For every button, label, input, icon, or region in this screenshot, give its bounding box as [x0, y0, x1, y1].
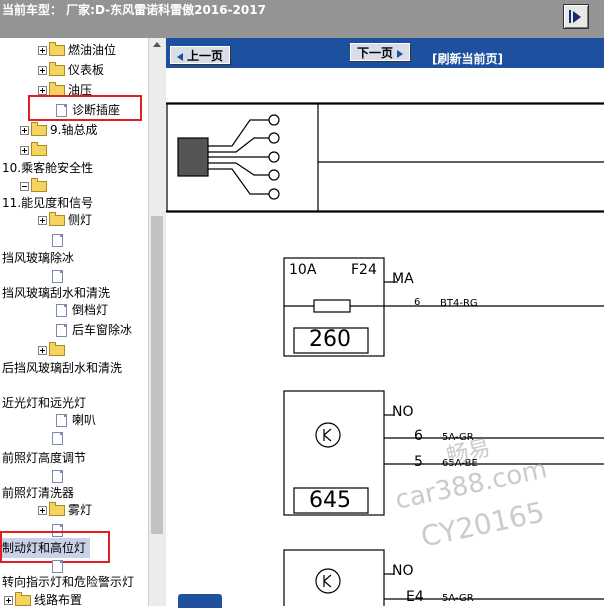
expand-icon[interactable] [4, 596, 13, 605]
tree-item-label: 雾灯 [68, 503, 93, 517]
folder-icon [15, 592, 31, 606]
tree-item-label: 侧灯 [68, 213, 93, 227]
tree-item-label: 转向指示灯和危险警示灯 [2, 575, 135, 589]
folder-icon [31, 178, 47, 192]
tree-item-folder[interactable] [38, 340, 68, 360]
relay1-number: 645 [309, 488, 351, 513]
fuse-number: 260 [309, 327, 351, 352]
relay2-wire-a: 5A-GR [442, 593, 474, 604]
fuse-wire-code: BT4-RG [440, 298, 478, 309]
prev-page-label: 上一页 [187, 49, 224, 63]
folder-icon [49, 42, 65, 56]
tree-item-wiring-layout[interactable]: 线路布置 [4, 590, 82, 606]
scroll-up-icon[interactable] [153, 42, 161, 47]
relay2-pin-a: E4 [406, 589, 424, 605]
folder-icon [49, 212, 65, 226]
tree-item-rear-window-deicing[interactable]: 后车窗除冰 [56, 320, 132, 340]
folder-icon [49, 342, 65, 356]
expand-icon[interactable] [38, 346, 47, 355]
tree-item-reverse-light[interactable]: 倒档灯 [56, 300, 108, 320]
next-page-label: 下一页 [357, 46, 394, 60]
tree-item-dashboard[interactable]: 仪表板 [38, 60, 104, 80]
scrollbar-thumb[interactable] [151, 216, 163, 534]
tree-item-side-lights[interactable]: 侧灯 [38, 210, 92, 230]
expand-icon[interactable] [38, 46, 47, 55]
document-icon [56, 324, 67, 337]
tree-item-label: 仪表板 [68, 63, 105, 77]
tree-item-label: 前照灯清洗器 [2, 486, 75, 500]
tree-item-label: 近光灯和远光灯 [2, 396, 87, 410]
document-icon [52, 432, 63, 445]
next-window-button[interactable] [563, 4, 589, 29]
folder-icon [31, 122, 47, 136]
tree-item-rear-wipe-wash[interactable]: 后挡风玻璃刮水和清洗 [2, 358, 122, 378]
tree-item-label: 11.能见度和信号 [2, 196, 94, 210]
folder-icon [49, 502, 65, 516]
tree-item-passenger-safety[interactable]: 10.乘客舱安全性 [2, 158, 93, 178]
prev-page-button[interactable]: 上一页 [170, 46, 231, 64]
play-arrow-icon [573, 11, 581, 23]
document-icon [52, 270, 63, 283]
fuse-rating: 10A [289, 262, 317, 278]
tree-item-horn[interactable]: 喇叭 [56, 410, 96, 430]
fuse-connector-label: MA [392, 271, 414, 287]
folder-icon [31, 142, 47, 156]
refresh-page-link[interactable]: [刷新当前页] [432, 50, 503, 67]
folder-icon [49, 62, 65, 76]
tree-item-label: 前照灯高度调节 [2, 451, 87, 465]
document-icon [56, 304, 67, 317]
highlight-box [28, 95, 142, 121]
page-toolbar: 上一页 下一页 [刷新当前页] [166, 38, 604, 68]
right-arrow-icon [397, 49, 404, 58]
expand-icon[interactable] [38, 216, 47, 225]
left-arrow-icon [177, 52, 183, 61]
document-icon [56, 414, 67, 427]
tree-item-label: 倒档灯 [72, 303, 109, 317]
expand-icon[interactable] [38, 86, 47, 95]
document-icon [52, 470, 63, 483]
tree-item-label: 10.乘客舱安全性 [2, 161, 94, 175]
expand-icon[interactable] [38, 66, 47, 75]
expand-icon[interactable] [20, 146, 29, 155]
tree-scrollbar[interactable] [148, 38, 166, 606]
fuse-id: F24 [351, 262, 377, 278]
tree-item-label: 挡风玻璃除冰 [2, 251, 75, 265]
tree-panel: 燃油油位 仪表板 油压 诊断插座 9.轴总成 10.乘客舱安全性 11.能见度和… [0, 38, 148, 606]
relay1-wire-b: 65A-BE [442, 458, 478, 469]
tree-item-axle-assembly[interactable]: 9.轴总成 [20, 120, 97, 140]
relay1-pin-a: 6 [414, 428, 423, 444]
expand-icon[interactable] [20, 126, 29, 135]
document-icon [52, 234, 63, 247]
title-bar: 当前车型： 厂家:D-东风雷诺科雷傲2016-2017 [0, 0, 604, 38]
collapse-icon[interactable] [20, 182, 29, 191]
wiring-diagram: 10A F24 260 MA 6 BT4-RG NO 6 5A-GR 5 65A… [166, 68, 604, 609]
relay1-pin-b: 5 [414, 454, 423, 470]
tree-item-headlamp-leveling[interactable]: 前照灯高度调节 [2, 448, 86, 468]
relay1-connector-label: NO [392, 404, 414, 420]
tree-item-windshield-deicing[interactable]: 挡风玻璃除冰 [2, 248, 74, 268]
tree-item-label: 挡风玻璃刮水和清洗 [2, 286, 111, 300]
tree-item-label: 喇叭 [72, 413, 97, 427]
fuse-pin: 6 [414, 297, 421, 308]
skip-bar-icon [569, 10, 571, 23]
wiring-diagram-svg [166, 102, 604, 609]
tree-item-fuel-level[interactable]: 燃油油位 [38, 40, 116, 60]
relay2-connector-label: NO [392, 563, 414, 579]
relay1-wire-a: 5A-GR [442, 432, 474, 443]
vehicle-title: 当前车型： 厂家:D-东风雷诺科雷傲2016-2017 [2, 3, 266, 17]
tree-item-label: 后车窗除冰 [72, 323, 133, 337]
tree-item-document[interactable] [52, 230, 66, 250]
tree-item-label: 燃油油位 [68, 43, 117, 57]
tree-item-label: 9.轴总成 [50, 123, 98, 137]
tree-item-label: 后挡风玻璃刮水和清洗 [2, 361, 123, 375]
tree-item-label: 线路布置 [34, 593, 83, 606]
expand-icon[interactable] [38, 506, 47, 515]
tree-item-document[interactable] [52, 428, 66, 448]
tree-item-folder[interactable] [20, 140, 50, 160]
tree-item-fog-lights[interactable]: 雾灯 [38, 500, 92, 520]
tree-item-turn-hazard-lights[interactable]: 转向指示灯和危险警示灯 [2, 572, 134, 592]
next-page-button[interactable]: 下一页 [350, 43, 411, 61]
